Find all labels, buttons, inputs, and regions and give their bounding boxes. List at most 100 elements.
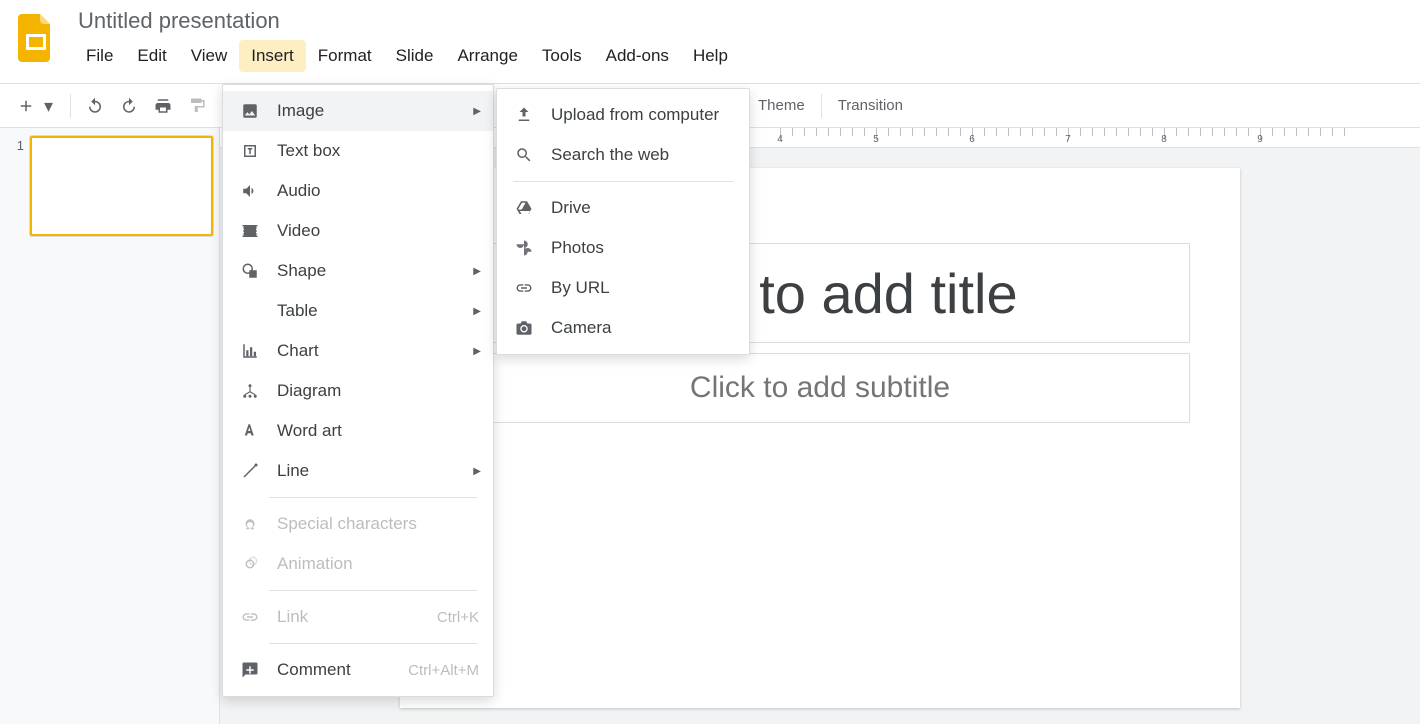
menu-separator xyxy=(269,643,477,644)
chart-icon xyxy=(237,342,263,360)
menu-shortcut: Ctrl+K xyxy=(437,609,479,626)
menu-item-label: Chart xyxy=(277,341,319,361)
document-title[interactable]: Untitled presentation xyxy=(74,8,740,34)
wordart-icon xyxy=(237,422,263,440)
insert-item-special-characters: Special characters xyxy=(223,504,493,544)
menu-item-label: Audio xyxy=(277,181,320,201)
menu-separator xyxy=(269,590,477,591)
submenu-arrow-icon: ▶ xyxy=(473,266,481,277)
menu-item-label: Animation xyxy=(277,554,353,574)
ruler-label: 7 xyxy=(1065,134,1071,145)
ruler-label: 9 xyxy=(1257,134,1263,145)
image-item-drive[interactable]: Drive xyxy=(497,188,749,228)
ruler-label: 4 xyxy=(777,134,783,145)
submenu-arrow-icon: ▶ xyxy=(473,346,481,357)
theme-button[interactable]: Theme xyxy=(748,91,815,120)
diagram-icon xyxy=(237,382,263,400)
menu-edit[interactable]: Edit xyxy=(125,40,178,72)
ruler-label: 6 xyxy=(969,134,975,145)
image-item-upload-from-computer[interactable]: Upload from computer xyxy=(497,95,749,135)
ruler-label: 5 xyxy=(873,134,879,145)
insert-item-image[interactable]: Image▶ xyxy=(223,91,493,131)
menu-shortcut: Ctrl+Alt+M xyxy=(408,662,479,679)
menu-arrange[interactable]: Arrange xyxy=(445,40,529,72)
subtitle-placeholder[interactable]: Click to add subtitle xyxy=(450,353,1190,423)
slide-thumbnail[interactable]: 1 xyxy=(0,136,219,236)
undo-button[interactable] xyxy=(79,90,111,122)
url-link-icon xyxy=(511,279,537,297)
image-item-camera[interactable]: Camera xyxy=(497,308,749,348)
menu-item-label: Image xyxy=(277,101,324,121)
menu-item-label: By URL xyxy=(551,278,610,298)
menu-tools[interactable]: Tools xyxy=(530,40,594,72)
link-icon xyxy=(237,608,263,626)
slide-thumbnail-preview[interactable] xyxy=(30,136,213,236)
drive-icon xyxy=(511,199,537,217)
upload-icon xyxy=(511,106,537,124)
ruler-label: 8 xyxy=(1161,134,1167,145)
image-icon xyxy=(237,102,263,120)
video-icon xyxy=(237,222,263,240)
shape-icon xyxy=(237,262,263,280)
menu-view[interactable]: View xyxy=(179,40,240,72)
insert-dropdown[interactable]: Image▶Text boxAudioVideoShape▶Table▶Char… xyxy=(222,84,494,697)
insert-item-link: Link Ctrl+K xyxy=(223,597,493,637)
menu-item-label: Shape xyxy=(277,261,326,281)
menu-item-label: Table xyxy=(277,301,318,321)
insert-item-animation: Animation xyxy=(223,544,493,584)
search-icon xyxy=(511,146,537,164)
toolbar-right: Theme Transition xyxy=(735,91,913,120)
menu-slide[interactable]: Slide xyxy=(384,40,446,72)
menu-item-label: Link xyxy=(277,607,308,627)
image-item-photos[interactable]: Photos xyxy=(497,228,749,268)
insert-item-comment[interactable]: Comment Ctrl+Alt+M xyxy=(223,650,493,690)
insert-item-chart[interactable]: Chart ▶ xyxy=(223,331,493,371)
redo-button[interactable] xyxy=(113,90,145,122)
app-header: Untitled presentation File Edit View Ins… xyxy=(0,0,1420,84)
menu-item-label: Diagram xyxy=(277,381,341,401)
slide-number: 1 xyxy=(6,136,24,153)
menu-separator xyxy=(513,181,733,182)
insert-item-shape[interactable]: Shape ▶ xyxy=(223,251,493,291)
line-icon xyxy=(237,462,263,480)
image-item-by-url[interactable]: By URL xyxy=(497,268,749,308)
menu-item-label: Word art xyxy=(277,421,342,441)
document-area: Untitled presentation File Edit View Ins… xyxy=(74,8,740,72)
menu-item-label: Drive xyxy=(551,198,591,218)
menu-help[interactable]: Help xyxy=(681,40,740,72)
insert-item-diagram[interactable]: Diagram xyxy=(223,371,493,411)
menu-insert[interactable]: Insert xyxy=(239,40,306,72)
image-item-search-the-web[interactable]: Search the web xyxy=(497,135,749,175)
menu-addons[interactable]: Add-ons xyxy=(594,40,681,72)
menu-file[interactable]: File xyxy=(74,40,125,72)
menu-item-label: Special characters xyxy=(277,514,417,534)
insert-item-table[interactable]: Table▶ xyxy=(223,291,493,331)
menu-format[interactable]: Format xyxy=(306,40,384,72)
camera-icon xyxy=(511,319,537,337)
filmstrip[interactable]: 1 xyxy=(0,128,220,724)
new-slide-dropdown[interactable]: ▾ xyxy=(44,90,62,122)
menu-item-label: Comment xyxy=(277,660,351,680)
subtitle-placeholder-text: Click to add subtitle xyxy=(690,371,950,405)
insert-item-word-art[interactable]: Word art xyxy=(223,411,493,451)
insert-item-audio[interactable]: Audio xyxy=(223,171,493,211)
image-submenu[interactable]: Upload from computer Search the web Drive P… xyxy=(496,88,750,355)
paint-format-button[interactable] xyxy=(181,90,213,122)
new-slide-button[interactable] xyxy=(10,90,42,122)
slides-logo[interactable] xyxy=(16,12,56,64)
omega-icon xyxy=(237,515,263,533)
submenu-arrow-icon: ▶ xyxy=(473,466,481,477)
comment-icon xyxy=(237,661,263,679)
menu-item-label: Upload from computer xyxy=(551,105,719,125)
separator xyxy=(70,94,71,118)
menu-item-label: Photos xyxy=(551,238,604,258)
menu-item-label: Search the web xyxy=(551,145,669,165)
transition-button[interactable]: Transition xyxy=(828,91,913,120)
insert-item-text-box[interactable]: Text box xyxy=(223,131,493,171)
print-button[interactable] xyxy=(147,90,179,122)
insert-item-line[interactable]: Line▶ xyxy=(223,451,493,491)
menu-item-label: Video xyxy=(277,221,320,241)
textbox-icon xyxy=(237,142,263,160)
menu-item-label: Camera xyxy=(551,318,611,338)
insert-item-video[interactable]: Video xyxy=(223,211,493,251)
